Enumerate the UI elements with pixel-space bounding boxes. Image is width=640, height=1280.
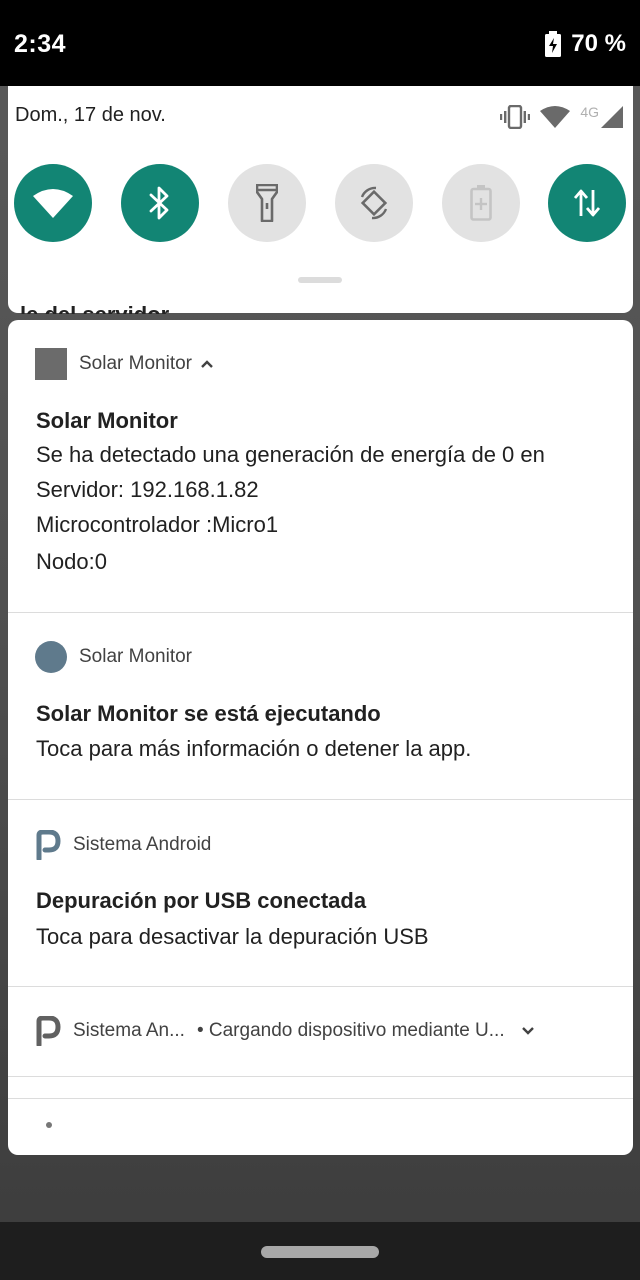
more-notifications-dot [46,1122,52,1128]
tile-auto-rotate[interactable] [335,164,413,242]
notification-title: Solar Monitor [36,408,178,433]
notification-text-line: Nodo:0 [36,549,107,574]
wifi-status-icon [540,106,571,128]
tile-flashlight[interactable] [228,164,306,242]
solar-monitor-service-icon [35,641,67,673]
app-name: Sistema An... [73,1020,185,1041]
notification-text-line: Servidor: 192.168.1.82 [36,477,259,502]
notification-header: Solar Monitor [35,348,214,380]
battery-saver-icon [470,185,492,221]
tile-mobile-data[interactable] [548,164,626,242]
battery-charging-icon [545,31,562,57]
tile-bluetooth[interactable] [121,164,199,242]
cell-signal-icon [601,106,623,128]
vibrate-icon [500,105,531,129]
qs-status-icons: 4G [500,102,623,132]
qs-tiles [14,164,626,242]
app-name: Sistema Android [73,834,212,855]
notification-title: Solar Monitor se está ejecutando [36,701,381,726]
chevron-down-icon[interactable] [521,1026,535,1036]
notification-text-line: Toca para desactivar la depuración USB [36,924,429,949]
notification-text-line: Se ha detectado una generación de energí… [36,442,545,467]
notification-title: Depuración por USB conectada [36,888,367,913]
status-bar: 2:34 70 % [0,0,640,86]
solar-monitor-app-icon [35,348,67,380]
tile-wifi[interactable] [14,164,92,242]
notification-header: Sistema An... • Cargando dispositivo med… [35,1015,535,1047]
flashlight-icon [256,184,278,222]
quick-settings-panel: Dom., 17 de nov. 4G [8,86,633,313]
status-icons: 70 % [545,30,626,58]
notification-divider-row [8,1077,633,1099]
panel-drag-handle[interactable] [298,277,342,283]
notification-solar-running[interactable]: Solar Monitor Solar Monitor se está ejec… [8,613,633,800]
tile-battery-saver[interactable] [442,164,520,242]
background-peek-text: le del servidor [20,300,220,314]
notification-solar-alert[interactable]: Solar Monitor Solar Monitor Se ha detect… [8,320,633,613]
notification-text-line: Toca para más información o detener la a… [36,736,472,761]
qs-date[interactable]: Dom., 17 de nov. [15,104,166,127]
home-gesture-pill[interactable] [261,1246,379,1258]
network-type-label: 4G [580,104,599,120]
app-name: Solar Monitor [79,646,192,667]
bluetooth-icon [149,186,169,220]
android-system-icon [36,1016,61,1046]
notification-summary: • Cargando dispositivo mediante U... [196,1020,505,1041]
notification-text-line: Microcontrolador :Micro1 [36,512,279,537]
notification-list: Solar Monitor Solar Monitor Se ha detect… [8,320,633,1155]
notification-header: Sistema Android [35,829,211,861]
wifi-icon [33,189,73,218]
battery-percentage: 70 % [571,30,626,57]
notification-charging[interactable]: Sistema An... • Cargando dispositivo med… [8,987,633,1077]
notification-header: Solar Monitor [35,641,192,673]
navigation-bar [0,1222,640,1280]
chevron-up-icon[interactable] [200,359,214,369]
android-system-icon [36,830,61,860]
app-name: Solar Monitor [79,353,192,374]
status-time: 2:34 [14,30,67,58]
mobile-data-arrows-icon [573,189,601,217]
auto-rotate-icon [360,186,388,220]
notification-usb-debugging[interactable]: Sistema Android Depuración por USB conec… [8,800,633,987]
